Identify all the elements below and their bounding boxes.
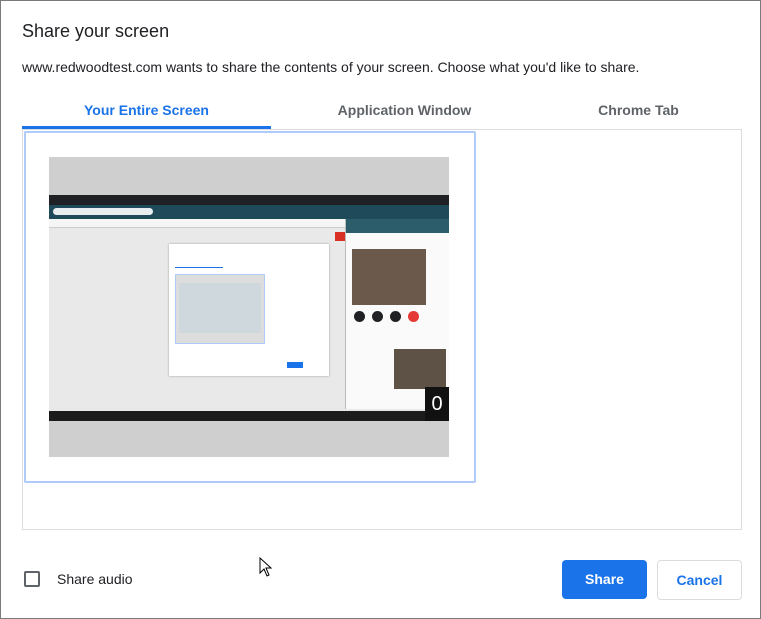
tab-entire-screen[interactable]: Your Entire Screen bbox=[22, 96, 271, 128]
source-tabs: Your Entire Screen Application Window Ch… bbox=[22, 96, 742, 130]
dialog-title: Share your screen bbox=[22, 21, 170, 41]
preview-nested-dialog bbox=[169, 244, 329, 376]
mouse-pointer-icon bbox=[259, 557, 273, 577]
preview-taskbar bbox=[49, 411, 449, 421]
preview-self-video bbox=[394, 349, 446, 389]
cancel-button[interactable]: Cancel bbox=[657, 560, 742, 600]
preview-overlay-counter: 0 bbox=[425, 387, 449, 421]
tab-application-window[interactable]: Application Window bbox=[280, 96, 529, 128]
share-screen-dialog: Share your screen www.redwoodtest.com wa… bbox=[0, 0, 761, 619]
dialog-description: www.redwoodtest.com wants to share the c… bbox=[22, 59, 640, 75]
preview-video-participant bbox=[352, 249, 426, 305]
screen-source-tile[interactable]: 0 bbox=[24, 131, 476, 483]
source-list-panel: 0 bbox=[22, 129, 742, 530]
share-audio-label[interactable]: Share audio bbox=[57, 571, 133, 587]
share-button[interactable]: Share bbox=[562, 560, 647, 599]
screen-preview-thumbnail: 0 bbox=[49, 157, 449, 457]
preview-call-sidebar bbox=[345, 219, 449, 409]
tab-chrome-tab[interactable]: Chrome Tab bbox=[514, 96, 761, 128]
preview-desktop: 0 bbox=[49, 195, 449, 421]
share-audio-checkbox[interactable] bbox=[24, 571, 40, 587]
